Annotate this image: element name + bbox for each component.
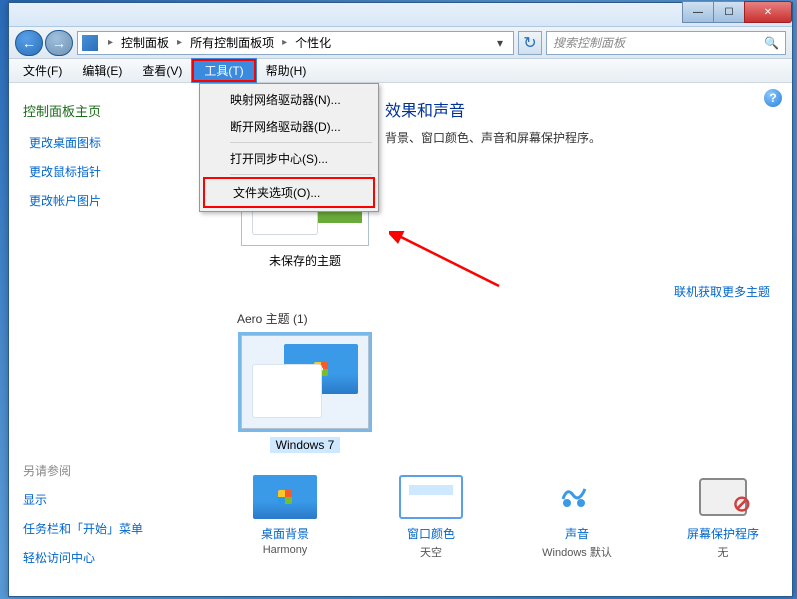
setting-window-color[interactable]: 窗口颜色 天空 xyxy=(381,475,481,560)
menu-edit[interactable]: 编辑(E) xyxy=(72,59,132,82)
menu-help[interactable]: 帮助(H) xyxy=(256,59,317,82)
aero-themes-row: Windows 7 xyxy=(235,335,776,453)
content-area: 控制面板主页 更改桌面图标 更改鼠标指针 更改帐户图片 另请参阅 显示 任务栏和… xyxy=(9,83,792,596)
location-icon xyxy=(82,35,98,51)
menu-item-disconnect-drive[interactable]: 断开网络驱动器(D)... xyxy=(202,113,376,140)
setting-value: 天空 xyxy=(381,544,481,560)
menu-file[interactable]: 文件(F) xyxy=(13,59,72,82)
window-controls: — ☐ ✕ xyxy=(683,1,792,23)
menu-item-sync-center[interactable]: 打开同步中心(S)... xyxy=(202,145,376,172)
address-bar: ← → ▸ 控制面板 ▸ 所有控制面板项 ▸ 个性化 ▾ ↻ 搜索控制面板 🔍 xyxy=(9,27,792,59)
theme-tile-windows7[interactable]: Windows 7 xyxy=(235,335,375,453)
link-more-themes[interactable]: 联机获取更多主题 xyxy=(235,283,770,300)
search-icon[interactable]: 🔍 xyxy=(764,36,779,50)
breadcrumb-sep: ▸ xyxy=(104,37,117,48)
menu-view[interactable]: 查看(V) xyxy=(132,59,192,82)
sidebar-link-ease-access[interactable]: 轻松访问中心 xyxy=(23,549,143,566)
menu-item-map-drive[interactable]: 映射网络驱动器(N)... xyxy=(202,86,376,113)
sidebar-footer: 另请参阅 显示 任务栏和「开始」菜单 轻松访问中心 xyxy=(23,462,143,578)
breadcrumb-sep: ▸ xyxy=(278,37,291,48)
setting-title: 桌面背景 xyxy=(235,525,335,542)
close-button[interactable]: ✕ xyxy=(744,1,792,23)
theme-preview xyxy=(241,335,369,429)
setting-value: Harmony xyxy=(235,544,335,556)
sidebar-link-display[interactable]: 显示 xyxy=(23,491,143,508)
theme-label: Windows 7 xyxy=(270,437,341,453)
setting-value: Windows 默认 xyxy=(527,544,627,560)
menu-bar: 文件(F) 编辑(E) 查看(V) 工具(T) 帮助(H) xyxy=(9,59,792,83)
back-button[interactable]: ← xyxy=(15,30,43,56)
forward-button[interactable]: → xyxy=(45,30,73,56)
sidebar-link-mouse-pointers[interactable]: 更改鼠标指针 xyxy=(29,163,205,180)
breadcrumb-item[interactable]: 个性化 xyxy=(293,32,333,53)
breadcrumb-item[interactable]: 所有控制面板项 xyxy=(188,32,276,53)
tools-dropdown: 映射网络驱动器(N)... 断开网络驱动器(D)... 打开同步中心(S)...… xyxy=(199,83,379,212)
setting-value: 无 xyxy=(673,544,773,560)
sidebar-link-desktop-icons[interactable]: 更改桌面图标 xyxy=(29,134,205,151)
setting-desktop-background[interactable]: 桌面背景 Harmony xyxy=(235,475,335,560)
theme-label: 未保存的主题 xyxy=(235,252,375,269)
settings-row: 桌面背景 Harmony 窗口颜色 天空 声音 Windows 默认 xyxy=(235,475,776,560)
titlebar: — ☐ ✕ xyxy=(9,3,792,27)
menu-separator xyxy=(230,174,372,175)
window-color-icon xyxy=(399,475,463,519)
setting-sounds[interactable]: 声音 Windows 默认 xyxy=(527,475,627,560)
breadcrumb-sep: ▸ xyxy=(173,37,186,48)
breadcrumb[interactable]: ▸ 控制面板 ▸ 所有控制面板项 ▸ 个性化 ▾ xyxy=(77,31,514,55)
sidebar-link-taskbar[interactable]: 任务栏和「开始」菜单 xyxy=(23,520,143,537)
sidebar-home[interactable]: 控制面板主页 xyxy=(23,101,205,120)
breadcrumb-item[interactable]: 控制面板 xyxy=(119,32,171,53)
menu-separator xyxy=(230,142,372,143)
sidebar: 控制面板主页 更改桌面图标 更改鼠标指针 更改帐户图片 另请参阅 显示 任务栏和… xyxy=(9,83,219,596)
maximize-button[interactable]: ☐ xyxy=(713,1,745,23)
sound-icon xyxy=(545,475,609,519)
help-icon[interactable]: ? xyxy=(764,89,782,107)
setting-title: 屏幕保护程序 xyxy=(673,525,773,542)
wallpaper-icon xyxy=(253,475,317,519)
explorer-window: — ☐ ✕ ← → ▸ 控制面板 ▸ 所有控制面板项 ▸ 个性化 ▾ ↻ 搜索控… xyxy=(8,2,793,597)
search-box[interactable]: 搜索控制面板 🔍 xyxy=(546,31,786,55)
menu-tools[interactable]: 工具(T) xyxy=(192,59,255,82)
minimize-button[interactable]: — xyxy=(682,1,714,23)
sidebar-see-also: 另请参阅 xyxy=(23,462,143,479)
setting-screensaver[interactable]: 屏幕保护程序 无 xyxy=(673,475,773,560)
refresh-button[interactable]: ↻ xyxy=(518,31,542,55)
nav-buttons: ← → xyxy=(15,30,73,56)
menu-item-folder-options[interactable]: 文件夹选项(O)... xyxy=(203,177,375,208)
sidebar-link-account-picture[interactable]: 更改帐户图片 xyxy=(29,192,205,209)
setting-title: 声音 xyxy=(527,525,627,542)
setting-title: 窗口颜色 xyxy=(381,525,481,542)
search-placeholder: 搜索控制面板 xyxy=(553,34,625,51)
screensaver-icon xyxy=(691,475,755,519)
breadcrumb-dropdown-icon[interactable]: ▾ xyxy=(491,32,509,54)
aero-section-label: Aero 主题 (1) xyxy=(237,310,776,327)
